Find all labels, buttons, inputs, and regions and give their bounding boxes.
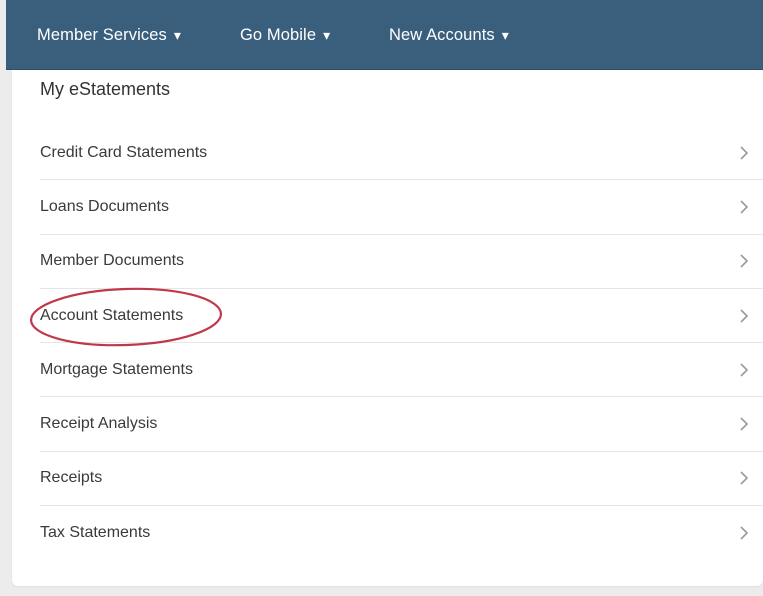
- statements-list: Credit Card Statements Loans Documents M…: [40, 126, 763, 560]
- nav-member-services[interactable]: Member Services ▾: [37, 0, 181, 70]
- nav-new-accounts[interactable]: New Accounts ▾: [389, 0, 509, 70]
- list-item-label: Account Statements: [40, 306, 184, 324]
- list-item-loans-documents[interactable]: Loans Documents: [40, 180, 763, 235]
- caret-down-icon: ▾: [501, 26, 509, 43]
- list-item-label: Mortgage Statements: [40, 360, 193, 378]
- chevron-right-icon: [740, 200, 749, 214]
- nav-go-mobile-label: Go Mobile: [240, 25, 317, 44]
- nav-member-services-label: Member Services: [37, 25, 167, 44]
- chevron-right-icon: [740, 308, 749, 323]
- list-item-label: Receipts: [40, 469, 103, 487]
- list-item-account-statements[interactable]: Account Statements: [40, 289, 763, 344]
- list-item-credit-card-statements[interactable]: Credit Card Statements: [40, 126, 763, 181]
- chevron-right-icon: [740, 146, 749, 160]
- chevron-right-icon: [740, 254, 749, 268]
- list-item-tax-statements[interactable]: Tax Statements: [40, 506, 763, 560]
- nav-go-mobile[interactable]: Go Mobile ▾: [240, 0, 330, 70]
- page-title: My eStatements: [40, 79, 171, 99]
- caret-down-icon: ▾: [323, 26, 331, 43]
- list-item-receipt-analysis[interactable]: Receipt Analysis: [40, 397, 763, 452]
- page: Member Services ▾ Go Mobile ▾ New Accoun…: [0, 0, 763, 596]
- list-item-label: Loans Documents: [40, 197, 169, 215]
- chevron-right-icon: [740, 526, 749, 540]
- chevron-right-icon: [740, 417, 749, 431]
- list-item-label: Credit Card Statements: [40, 143, 208, 161]
- list-item-receipts[interactable]: Receipts: [40, 452, 763, 507]
- list-item-member-documents[interactable]: Member Documents: [40, 235, 763, 289]
- caret-down-icon: ▾: [173, 26, 182, 43]
- list-item-label: Tax Statements: [40, 524, 151, 542]
- estatements-panel: My eStatements Credit Card Statements Lo…: [12, 70, 763, 586]
- nav-new-accounts-label: New Accounts: [389, 25, 495, 44]
- chevron-right-icon: [740, 471, 749, 485]
- top-navbar: Member Services ▾ Go Mobile ▾ New Accoun…: [6, 0, 763, 70]
- list-item-mortgage-statements[interactable]: Mortgage Statements: [40, 343, 763, 398]
- list-item-label: Member Documents: [40, 252, 185, 270]
- chevron-right-icon: [740, 363, 749, 377]
- list-item-label: Receipt Analysis: [40, 415, 158, 433]
